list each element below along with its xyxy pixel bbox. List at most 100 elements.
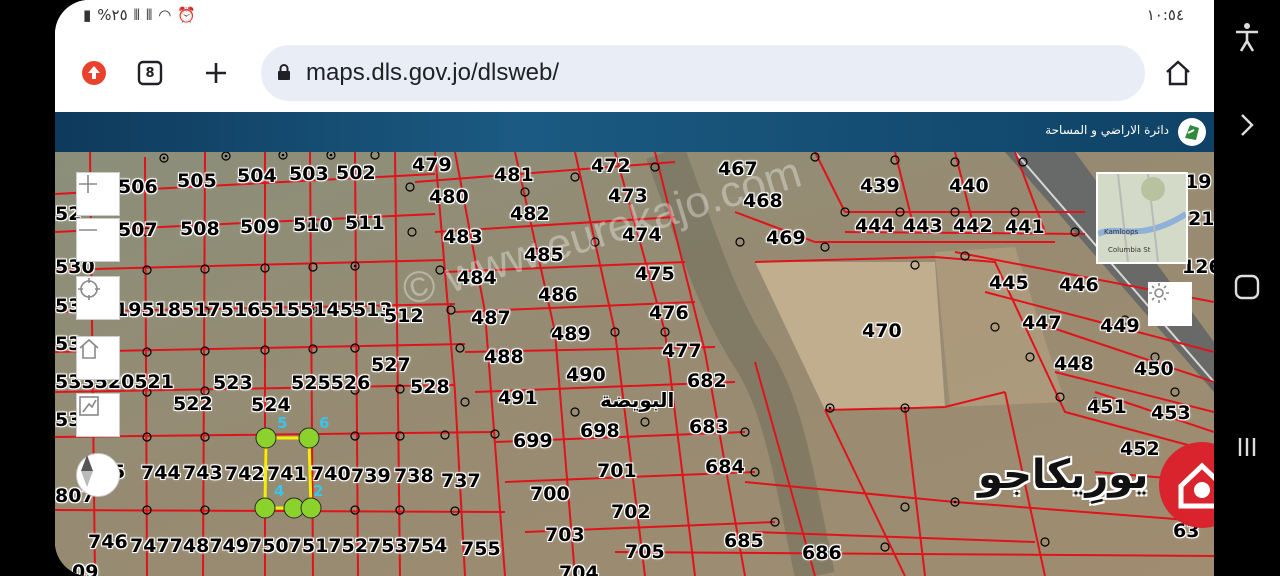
cadastral-map[interactable]: © www.eurekajo.com 479 472 467 506 505 504 503…: [55, 152, 1214, 576]
plot-number[interactable]: 522: [173, 393, 213, 415]
plot-number[interactable]: 444: [855, 215, 895, 237]
plot-number[interactable]: 704: [559, 562, 599, 576]
plot-number[interactable]: 485: [524, 244, 564, 266]
plot-number[interactable]: 523: [213, 372, 253, 394]
plot-number[interactable]: 506: [118, 176, 158, 198]
plot-number[interactable]: 746: [88, 531, 128, 553]
plot-number[interactable]: 527: [371, 354, 411, 376]
plot-number[interactable]: 443: [903, 215, 943, 237]
plot-number[interactable]: 487: [471, 307, 511, 329]
plot-number[interactable]: 448: [1054, 353, 1094, 375]
home-nav-icon[interactable]: [1230, 270, 1264, 304]
plot-number[interactable]: 488: [484, 346, 524, 368]
plot-number[interactable]: 467: [718, 158, 758, 180]
plot-number[interactable]: 741: [267, 463, 307, 485]
plot-number[interactable]: 442: [953, 215, 993, 237]
address-bar[interactable]: maps.dls.gov.jo/dlsweb/: [261, 45, 1145, 101]
plot-number[interactable]: 503: [289, 163, 329, 185]
plot-number[interactable]: 511: [345, 212, 385, 234]
plot-number[interactable]: 482: [510, 203, 550, 225]
plot-number[interactable]: 440: [949, 175, 989, 197]
plot-number[interactable]: 739: [351, 465, 391, 487]
locate-icon[interactable]: [76, 276, 120, 320]
plot-number[interactable]: 755: [461, 538, 501, 560]
plot-number[interactable]: 683: [689, 416, 729, 438]
plot-number[interactable]: 447: [1022, 312, 1062, 334]
forward-chevron-icon[interactable]: [1230, 108, 1264, 142]
plot-number[interactable]: 480: [429, 186, 469, 208]
plot-number[interactable]: 489: [551, 323, 591, 345]
plot-number[interactable]: 747748749750751752753754: [130, 535, 447, 557]
plot-number[interactable]: 195185175165155145513: [115, 299, 393, 321]
plot-number[interactable]: 700: [530, 483, 570, 505]
compass-icon[interactable]: [76, 453, 120, 497]
plot-number[interactable]: 702: [611, 501, 651, 523]
plot-number[interactable]: 698: [580, 420, 620, 442]
plot-number[interactable]: 484: [457, 267, 497, 289]
update-icon[interactable]: [79, 58, 109, 88]
plot-number[interactable]: 479: [412, 154, 452, 176]
plot-number[interactable]: 682: [687, 370, 727, 392]
brightness-icon[interactable]: [1148, 282, 1192, 326]
plot-number[interactable]: 525526: [291, 372, 370, 394]
plot-number[interactable]: 474: [622, 224, 662, 246]
plot-number[interactable]: 477: [662, 340, 702, 362]
plot-number[interactable]: 508: [180, 218, 220, 240]
plot-number[interactable]: 738: [394, 465, 434, 487]
plot-number[interactable]: 21: [1188, 208, 1214, 230]
plot-number[interactable]: 705: [625, 541, 665, 563]
plot-number[interactable]: 744: [141, 462, 181, 484]
plot-number[interactable]: 486: [538, 284, 578, 306]
plot-number[interactable]: 470: [862, 320, 902, 342]
accessibility-icon[interactable]: [1230, 20, 1264, 54]
plot-number[interactable]: 512: [384, 305, 424, 327]
zoom-out-button[interactable]: [76, 218, 120, 262]
plot-number[interactable]: 504: [237, 165, 277, 187]
plot-number[interactable]: 453: [1151, 402, 1191, 424]
plot-number[interactable]: 481: [494, 164, 534, 186]
plot-number[interactable]: 446: [1059, 274, 1099, 296]
plot-number[interactable]: 445: [989, 272, 1029, 294]
overview-minimap[interactable]: Kamloops Columbia St: [1096, 172, 1188, 264]
plot-number[interactable]: 743: [183, 462, 223, 484]
plot-number[interactable]: 475: [635, 263, 675, 285]
measure-icon[interactable]: [76, 393, 120, 437]
plot-number[interactable]: 509: [240, 216, 280, 238]
plot-number[interactable]: 449: [1100, 315, 1140, 337]
recents-icon[interactable]: [1230, 430, 1264, 464]
plot-number[interactable]: 469: [766, 227, 806, 249]
plot-number[interactable]: 703: [545, 524, 585, 546]
plot-number[interactable]: 468: [743, 190, 783, 212]
new-tab-button[interactable]: [201, 58, 231, 88]
plot-number[interactable]: 737: [441, 470, 481, 492]
plot-number[interactable]: 685: [724, 530, 764, 552]
plot-number[interactable]: 505: [177, 170, 217, 192]
plot-number[interactable]: 473: [608, 185, 648, 207]
home-button[interactable]: [1163, 58, 1193, 88]
plot-number[interactable]: 19: [1185, 171, 1211, 193]
plot-number[interactable]: 491: [498, 387, 538, 409]
plot-number[interactable]: 701: [597, 460, 637, 482]
plot-number[interactable]: 490: [566, 364, 606, 386]
plot-number[interactable]: 441: [1005, 216, 1045, 238]
plot-number[interactable]: 510: [293, 214, 333, 236]
tab-switcher-button[interactable]: 8: [135, 58, 165, 88]
home-extent-icon[interactable]: [76, 336, 120, 380]
plot-number[interactable]: 472: [591, 155, 631, 177]
plot-number[interactable]: 09: [72, 561, 98, 576]
plot-number[interactable]: 450: [1134, 358, 1174, 380]
url-text: maps.dls.gov.jo/dlsweb/: [306, 59, 560, 86]
plot-number[interactable]: 528: [410, 376, 450, 398]
plot-number[interactable]: 451: [1087, 396, 1127, 418]
plot-number[interactable]: 507: [118, 219, 158, 241]
plot-number[interactable]: 742: [225, 463, 265, 485]
plot-number[interactable]: 684: [705, 456, 745, 478]
plot-number[interactable]: 686: [802, 542, 842, 564]
zoom-in-button[interactable]: [76, 172, 120, 216]
plot-number[interactable]: 699: [513, 430, 553, 452]
plot-number[interactable]: 483: [443, 226, 483, 248]
plot-number[interactable]: 524: [251, 394, 291, 416]
plot-number[interactable]: 476: [649, 302, 689, 324]
plot-number[interactable]: 502: [336, 162, 376, 184]
plot-number[interactable]: 439: [860, 175, 900, 197]
